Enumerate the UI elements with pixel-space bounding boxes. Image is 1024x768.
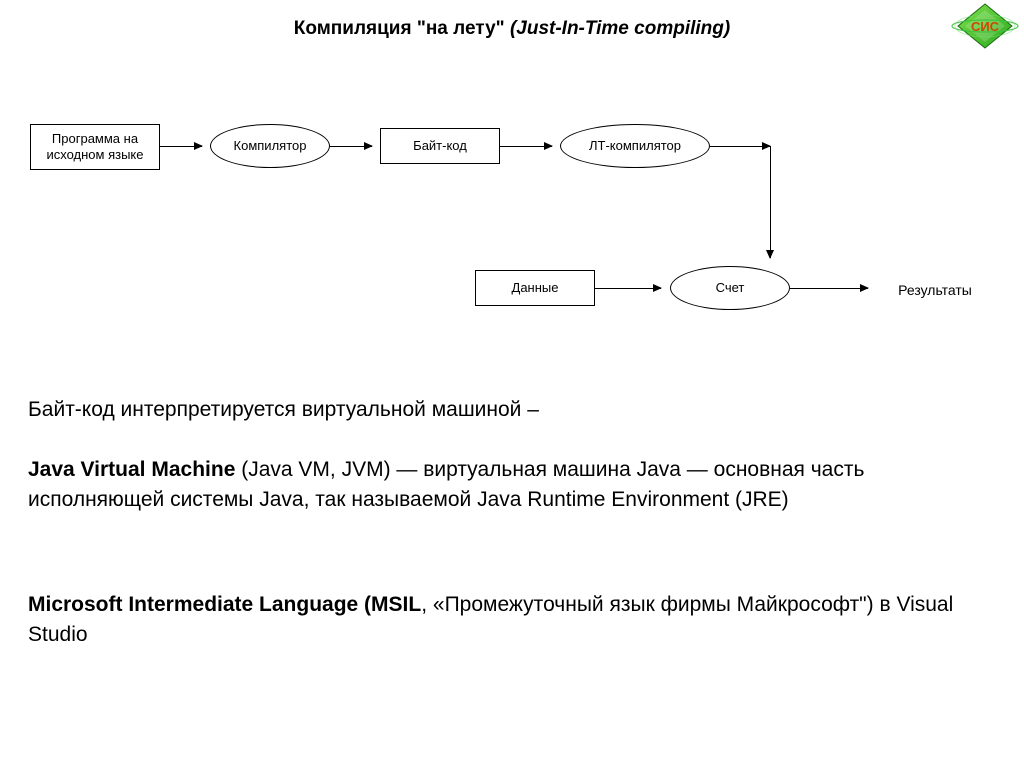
arrow-jit-down-to-run: [770, 146, 771, 258]
page-title: Компиляция "на лету" (Just-In-Time compi…: [0, 18, 1024, 40]
para2-bold: Java Virtual Machine: [28, 458, 235, 481]
para-bytecode-interpreted: Байт-код интерпретируется виртуальной ма…: [28, 395, 968, 425]
para-msil: Microsoft Intermediate Language (MSIL, «…: [28, 590, 968, 651]
node-run: Счет: [670, 266, 790, 310]
node-source-program: Программа на исходном языке: [30, 124, 160, 170]
node-compiler: Компилятор: [210, 124, 330, 168]
title-en: (Just-In-Time compiling): [510, 18, 730, 39]
arrow-compiler-to-bytecode: [330, 146, 372, 147]
para3-bold: Microsoft Intermediate Language (MSIL: [28, 593, 421, 616]
para1-text: Байт-код интерпретируется виртуальной ма…: [28, 398, 539, 421]
jit-diagram: Программа на исходном языке Компилятор Б…: [0, 100, 1024, 360]
para-jvm: Java Virtual Machine (Java VM, JVM) — ви…: [28, 455, 968, 516]
node-jit-compiler: ЛТ-компилятор: [560, 124, 710, 168]
title-ru: Компиляция "на лету": [294, 18, 505, 39]
label-results: Результаты: [880, 278, 990, 302]
arrow-source-to-compiler: [160, 146, 202, 147]
arrow-jit-right-seg: [710, 146, 770, 147]
arrow-bytecode-to-jit: [500, 146, 552, 147]
arrow-run-to-results: [790, 288, 868, 289]
arrow-data-to-run: [595, 288, 661, 289]
node-bytecode: Байт-код: [380, 128, 500, 164]
node-data: Данные: [475, 270, 595, 306]
